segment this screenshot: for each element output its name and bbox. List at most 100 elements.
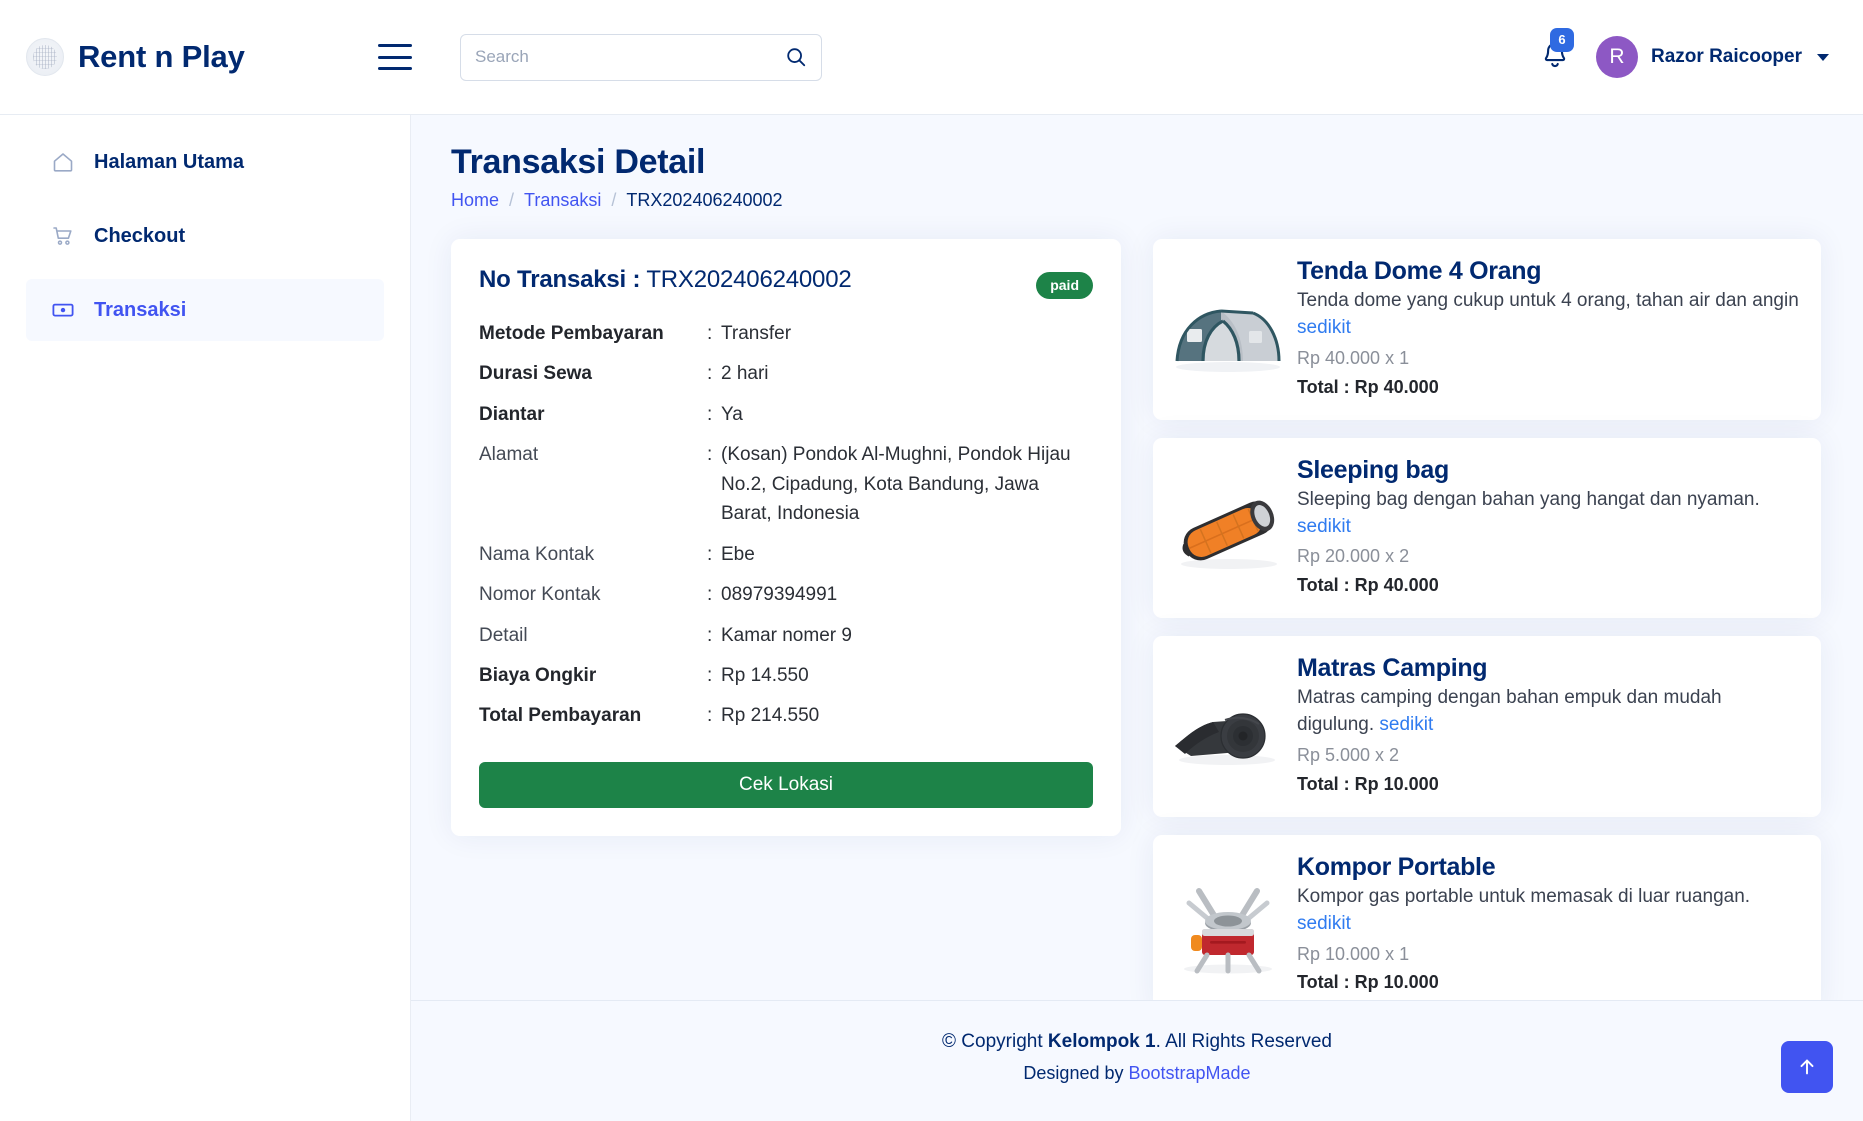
detail-row-value: (Kosan) Pondok Al-Mughni, Pondok Hijau N… [721, 436, 1093, 535]
product-price: Rp 40.000 x 1 [1297, 344, 1801, 373]
transaction-detail-row: Nama Kontak:Ebe [479, 536, 1093, 576]
detail-row-colon: : [707, 617, 721, 657]
product-description-text: Kompor gas portable untuk memasak di lua… [1297, 886, 1750, 907]
notification-count-badge: 6 [1550, 28, 1574, 52]
footer-copyright-brand: Kelompok 1 [1048, 1031, 1156, 1052]
product-description-text: Tenda dome yang cukup untuk 4 orang, tah… [1297, 290, 1799, 311]
sidebar-item-label: Halaman Utama [94, 151, 244, 174]
product-total: Total : Rp 40.000 [1297, 373, 1801, 402]
product-price: Rp 5.000 x 2 [1297, 741, 1801, 770]
bootstrapmade-link[interactable]: BootstrapMade [1129, 1063, 1251, 1083]
footer-designed-prefix: Designed by [1023, 1063, 1128, 1083]
detail-row-colon: : [707, 315, 721, 355]
product-description: Tenda dome yang cukup untuk 4 orang, tah… [1297, 288, 1801, 342]
detail-row-colon: : [707, 436, 721, 535]
detail-row-value: 2 hari [721, 355, 1093, 395]
transaction-detail-card: No Transaksi : TRX202406240002 paid Meto… [451, 239, 1121, 836]
breadcrumb-separator: / [611, 190, 616, 211]
transaction-card-header: No Transaksi : TRX202406240002 paid [479, 266, 1093, 299]
notifications-button[interactable]: 6 [1536, 36, 1574, 79]
detail-row-label: Metode Pembayaran [479, 315, 707, 355]
search-input[interactable] [475, 47, 779, 67]
arrow-up-icon [1796, 1056, 1818, 1078]
product-card[interactable]: Sleeping bag Sleeping bag dengan bahan y… [1153, 438, 1821, 619]
product-description-text: Matras camping dengan bahan empuk dan mu… [1297, 687, 1722, 735]
breadcrumb: Home / Transaksi / TRX202406240002 [451, 190, 1823, 211]
sidebar: Halaman Utama Checkout Transaksi [0, 115, 411, 1121]
transaction-detail-column: No Transaksi : TRX202406240002 paid Meto… [451, 239, 1121, 1033]
cek-lokasi-button[interactable]: Cek Lokasi [479, 762, 1093, 808]
scroll-to-top-button[interactable] [1781, 1041, 1833, 1093]
sidebar-item-label: Transaksi [94, 299, 186, 322]
detail-row-label: Detail [479, 617, 707, 657]
detail-row-label: Biaya Ongkir [479, 657, 707, 697]
hamburger-bar [378, 44, 412, 47]
detail-row-label: Durasi Sewa [479, 355, 707, 395]
transaction-detail-row: Durasi Sewa:2 hari [479, 355, 1093, 395]
header-actions: 6 R Razor Raicooper [1536, 36, 1829, 79]
breadcrumb-separator: / [509, 190, 514, 211]
breadcrumb-current: TRX202406240002 [626, 190, 782, 211]
footer-credits: Designed by BootstrapMade [411, 1063, 1863, 1084]
transaction-number-label: No Transaksi : [479, 266, 640, 293]
detail-row-colon: : [707, 576, 721, 616]
product-read-more-link[interactable]: sedikit [1297, 516, 1351, 537]
search-bar[interactable] [460, 34, 822, 81]
sidebar-item-transaksi[interactable]: Transaksi [26, 279, 384, 341]
page-title: Transaksi Detail [451, 143, 1823, 182]
home-icon [50, 149, 76, 175]
hamburger-bar [378, 56, 412, 59]
detail-row-colon: : [707, 657, 721, 697]
chevron-down-icon [1817, 54, 1829, 61]
detail-row-value: Rp 14.550 [721, 657, 1093, 697]
avatar: R [1596, 36, 1638, 78]
product-description: Sleeping bag dengan bahan yang hangat da… [1297, 487, 1801, 541]
footer-copyright: © Copyright Kelompok 1. All Rights Reser… [411, 1031, 1863, 1053]
transaction-number: No Transaksi : TRX202406240002 [479, 266, 852, 294]
detail-row-colon: : [707, 396, 721, 436]
main-content: Transaksi Detail Home / Transaksi / TRX2… [411, 115, 1863, 1121]
product-card[interactable]: Tenda Dome 4 Orang Tenda dome yang cukup… [1153, 239, 1821, 420]
sidebar-toggle-button[interactable] [378, 44, 412, 70]
transaction-detail-row: Alamat:(Kosan) Pondok Al-Mughni, Pondok … [479, 436, 1093, 535]
transaction-number-value: TRX202406240002 [646, 266, 851, 293]
product-read-more-link[interactable]: sedikit [1297, 913, 1351, 934]
sidebar-item-checkout[interactable]: Checkout [26, 205, 384, 267]
product-description: Matras camping dengan bahan empuk dan mu… [1297, 685, 1801, 739]
breadcrumb-home[interactable]: Home [451, 190, 499, 211]
user-menu[interactable]: R Razor Raicooper [1596, 36, 1829, 78]
product-title[interactable]: Matras Camping [1297, 654, 1801, 683]
product-price: Rp 20.000 x 2 [1297, 542, 1801, 571]
app-logo-icon [26, 38, 64, 76]
brand-name: Rent n Play [78, 39, 245, 75]
product-read-more-link[interactable]: sedikit [1379, 714, 1433, 735]
product-title[interactable]: Kompor Portable [1297, 853, 1801, 882]
transaction-detail-row: Diantar:Ya [479, 396, 1093, 436]
tent-image [1169, 273, 1287, 385]
detail-row-value: 08979394991 [721, 576, 1093, 616]
app-header: Rent n Play 6 R Razor Raicooper [0, 0, 1863, 115]
search-icon [785, 46, 807, 68]
product-read-more-link[interactable]: sedikit [1297, 317, 1351, 338]
sidebar-item-halaman-utama[interactable]: Halaman Utama [26, 131, 384, 193]
product-title[interactable]: Sleeping bag [1297, 456, 1801, 485]
transaction-detail-table: Metode Pembayaran:TransferDurasi Sewa:2 … [479, 315, 1093, 738]
product-title[interactable]: Tenda Dome 4 Orang [1297, 257, 1801, 286]
product-body: Sleeping bag Sleeping bag dengan bahan y… [1297, 454, 1801, 601]
sleeping-bag-image [1169, 472, 1287, 584]
search-submit-button[interactable] [785, 46, 807, 68]
brand-logo-link[interactable]: Rent n Play [26, 38, 356, 76]
page-header: Transaksi Detail Home / Transaksi / TRX2… [411, 115, 1863, 211]
detail-row-colon: : [707, 536, 721, 576]
product-card[interactable]: Matras Camping Matras camping dengan bah… [1153, 636, 1821, 817]
cart-icon [50, 223, 76, 249]
product-card[interactable]: Kompor Portable Kompor gas portable untu… [1153, 835, 1821, 1016]
product-description: Kompor gas portable untuk memasak di lua… [1297, 884, 1801, 938]
user-name: Razor Raicooper [1651, 46, 1802, 68]
breadcrumb-transaksi[interactable]: Transaksi [524, 190, 601, 211]
footer-copyright-suffix: . All Rights Reserved [1156, 1031, 1332, 1052]
footer-copyright-prefix: © Copyright [942, 1031, 1048, 1052]
product-total: Total : Rp 10.000 [1297, 968, 1801, 997]
product-body: Matras Camping Matras camping dengan bah… [1297, 652, 1801, 799]
detail-row-label: Nomor Kontak [479, 576, 707, 616]
